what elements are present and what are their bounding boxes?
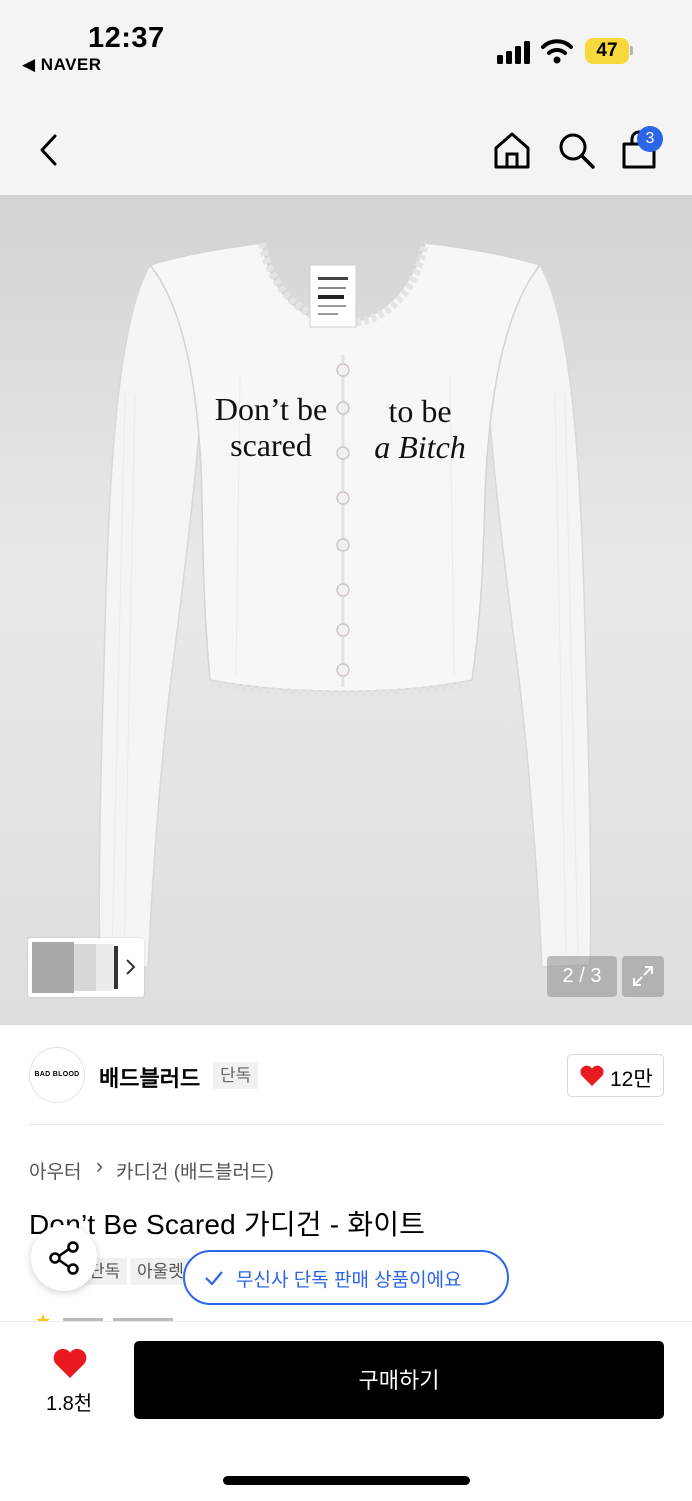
breadcrumb-separator: › [96,1155,103,1178]
check-icon [205,1271,223,1286]
battery-tip [630,46,633,55]
print-left-line2: scared [230,427,312,463]
heart-icon [580,1065,604,1086]
thumbnail-2[interactable] [74,944,96,991]
model-thumbnail-strip[interactable] [28,938,144,997]
wifi-icon [541,39,573,64]
breadcrumb-category[interactable]: 아우터 [29,1157,81,1184]
thumbnail-4[interactable] [114,946,118,989]
brand-logo[interactable]: BAD BLOOD [29,1047,85,1103]
home-indicator [223,1476,470,1485]
image-pager: 2 / 3 [547,956,617,997]
back-arrow-icon[interactable] [36,133,62,167]
thumbnail-3[interactable] [96,944,114,991]
chevron-right-icon [126,959,136,975]
divider [29,1124,663,1125]
status-time: 12:37 [88,22,165,54]
product-tag-outlet: 아울렛 [130,1258,191,1285]
wishlist-count: 1.8천 [46,1393,93,1415]
battery-indicator: 47 [585,38,629,64]
share-icon [49,1241,79,1275]
print-right-line2: a Bitch [374,429,466,465]
search-icon[interactable] [556,130,596,170]
share-button[interactable] [31,1225,97,1291]
breadcrumb-subcategory[interactable]: 카디건 (배드블러드) [116,1157,274,1184]
app-header: 3 [0,100,692,195]
print-left-line1: Don’t be [214,391,328,427]
back-to-naver[interactable]: ◀ NAVER [22,55,102,75]
cart-count-badge: 3 [637,126,663,152]
print-text-left: Don’t be scared [206,391,336,463]
print-text-right: to be a Bitch [360,393,480,465]
buy-button[interactable]: 구매하기 [134,1341,664,1419]
brand-like-count: 12만 [610,1068,653,1091]
print-right-line1: to be [388,393,452,429]
cardigan-illustration [98,242,592,968]
thumbnail-1[interactable] [32,942,74,993]
expand-button[interactable] [622,956,664,997]
product-image[interactable]: Don’t be scared to be a Bitch [0,195,692,1025]
brand-exclusive-badge: 단독 [213,1062,259,1089]
brand-name[interactable]: 배드블러드 [99,1061,200,1093]
cellular-signal-icon [497,40,533,64]
home-icon[interactable] [492,130,532,170]
status-bar: 12:37 ◀ NAVER 47 [0,0,692,100]
expand-icon [633,966,653,986]
wishlist-heart-icon[interactable] [52,1348,88,1380]
exclusive-toast-text: 무신사 단독 판매 상품이에요 [236,1270,462,1291]
